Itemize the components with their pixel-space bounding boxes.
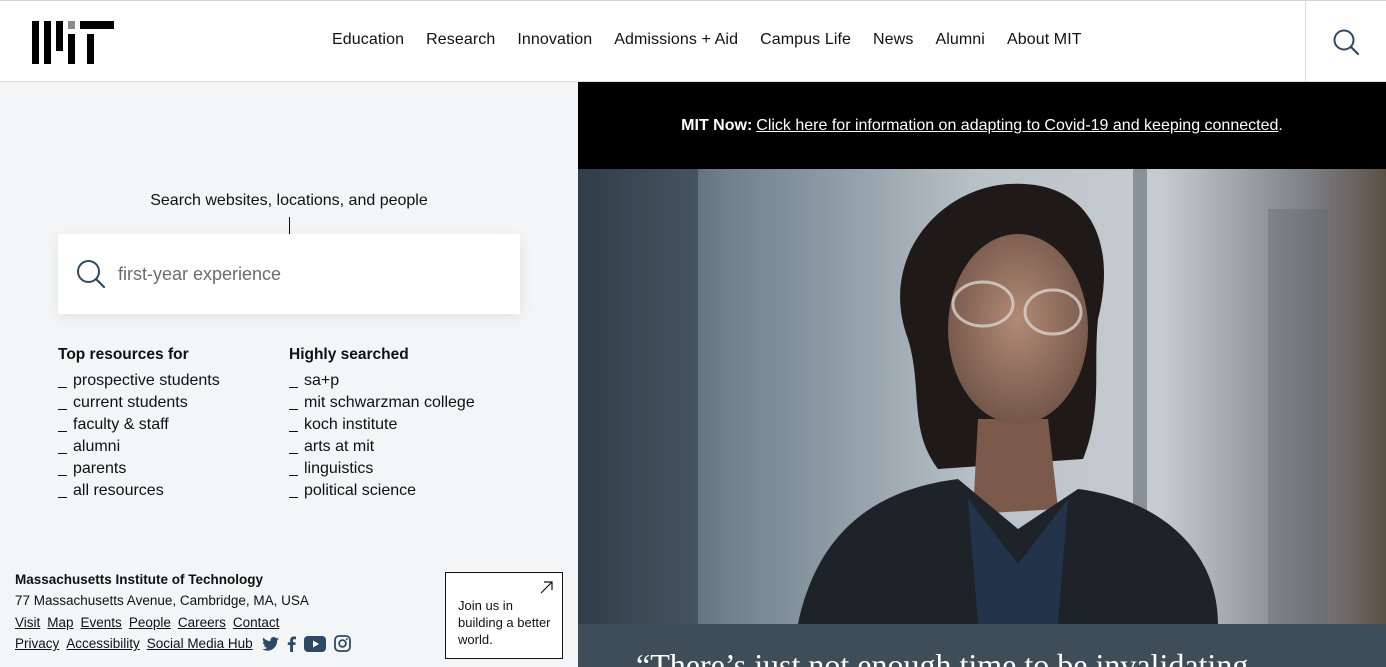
nav-about-mit[interactable]: About MIT (1007, 31, 1082, 49)
alert-prefix: MIT Now: (681, 116, 753, 134)
mit-logo[interactable] (32, 21, 114, 64)
top-resources-list: Top resources for prospective students c… (58, 346, 220, 502)
list-item: parents (58, 458, 220, 480)
footer-links-row-2: Privacy Accessibility Social Media Hub (15, 633, 351, 654)
nav-admissions-aid[interactable]: Admissions + Aid (614, 31, 738, 49)
footer-link-privacy[interactable]: Privacy (15, 636, 59, 651)
instagram-icon[interactable] (333, 635, 351, 652)
nav-education[interactable]: Education (332, 31, 404, 49)
search-box (58, 234, 520, 314)
list-item: sa+p (289, 370, 475, 392)
resource-link[interactable]: prospective students (73, 372, 220, 390)
site-footer: Massachusetts Institute of Technology 77… (15, 572, 351, 654)
footer-link-events[interactable]: Events (81, 615, 122, 630)
hero-quote-bar: “There’s just not enough time to be inva… (578, 624, 1386, 667)
footer-link-map[interactable]: Map (47, 615, 73, 630)
join-us-label: Join us in building a better world. (458, 598, 551, 647)
hero-image[interactable] (578, 169, 1386, 624)
org-name: Massachusetts Institute of Technology (15, 572, 264, 587)
list-item: mit schwarzman college (289, 392, 475, 414)
top-navigation-bar: Education Research Innovation Admissions… (0, 0, 1386, 82)
list-item: all resources (58, 480, 220, 502)
search-connector-line (289, 217, 290, 234)
highly-searched-list: Highly searched sa+p mit schwarzman coll… (289, 346, 475, 502)
search-suggestion-link[interactable]: mit schwarzman college (304, 394, 475, 412)
footer-link-contact[interactable]: Contact (233, 615, 280, 630)
list-item: alumni (58, 436, 220, 458)
footer-link-social-media-hub[interactable]: Social Media Hub (147, 636, 253, 651)
nav-news[interactable]: News (873, 31, 913, 49)
footer-link-visit[interactable]: Visit (15, 615, 40, 630)
external-arrow-icon (540, 581, 553, 594)
hero-photo-illustration (578, 169, 1386, 624)
highly-searched-heading: Highly searched (289, 346, 409, 363)
header-search-button[interactable] (1305, 1, 1386, 82)
list-item: faculty & staff (58, 414, 220, 436)
covid-alert-banner: MIT Now: Click here for information on a… (578, 82, 1386, 169)
search-suggestion-link[interactable]: linguistics (304, 460, 373, 478)
list-item: political science (289, 480, 475, 502)
org-address: 77 Massachusetts Avenue, Cambridge, MA, … (15, 593, 309, 608)
search-icon (77, 260, 106, 289)
nav-alumni[interactable]: Alumni (935, 31, 985, 49)
search-suggestion-link[interactable]: koch institute (304, 416, 397, 434)
twitter-icon[interactable] (261, 636, 279, 651)
list-item: linguistics (289, 458, 475, 480)
search-suggestion-link[interactable]: sa+p (304, 372, 339, 390)
list-item: current students (58, 392, 220, 414)
footer-links-row-1: Visit Map Events People Careers Contact (15, 612, 351, 633)
alert-link[interactable]: Click here for information on adapting t… (756, 117, 1278, 135)
join-us-button[interactable]: Join us in building a better world. (445, 572, 563, 659)
main-nav: Education Research Innovation Admissions… (332, 31, 1104, 49)
resource-link[interactable]: current students (73, 394, 188, 412)
resource-link[interactable]: parents (73, 460, 126, 478)
search-input[interactable] (118, 263, 498, 285)
footer-link-accessibility[interactable]: Accessibility (66, 636, 140, 651)
hero-quote: “There’s just not enough time to be inva… (636, 647, 1249, 667)
footer-link-careers[interactable]: Careers (178, 615, 226, 630)
resource-link[interactable]: faculty & staff (73, 416, 169, 434)
search-icon (1333, 29, 1360, 55)
search-suggestion-link[interactable]: political science (304, 482, 416, 500)
alert-suffix: . (1278, 116, 1283, 134)
nav-innovation[interactable]: Innovation (517, 31, 592, 49)
social-links (261, 635, 351, 652)
search-label: Search websites, locations, and people (150, 192, 428, 209)
top-resources-heading: Top resources for (58, 346, 189, 363)
list-item: arts at mit (289, 436, 475, 458)
facebook-icon[interactable] (287, 636, 296, 652)
list-item: koch institute (289, 414, 475, 436)
youtube-icon[interactable] (303, 635, 326, 652)
nav-campus-life[interactable]: Campus Life (760, 31, 851, 49)
search-suggestion-link[interactable]: arts at mit (304, 438, 374, 456)
list-item: prospective students (58, 370, 220, 392)
footer-link-people[interactable]: People (129, 615, 171, 630)
resource-link[interactable]: all resources (73, 482, 164, 500)
resource-link[interactable]: alumni (73, 438, 120, 456)
nav-research[interactable]: Research (426, 31, 495, 49)
